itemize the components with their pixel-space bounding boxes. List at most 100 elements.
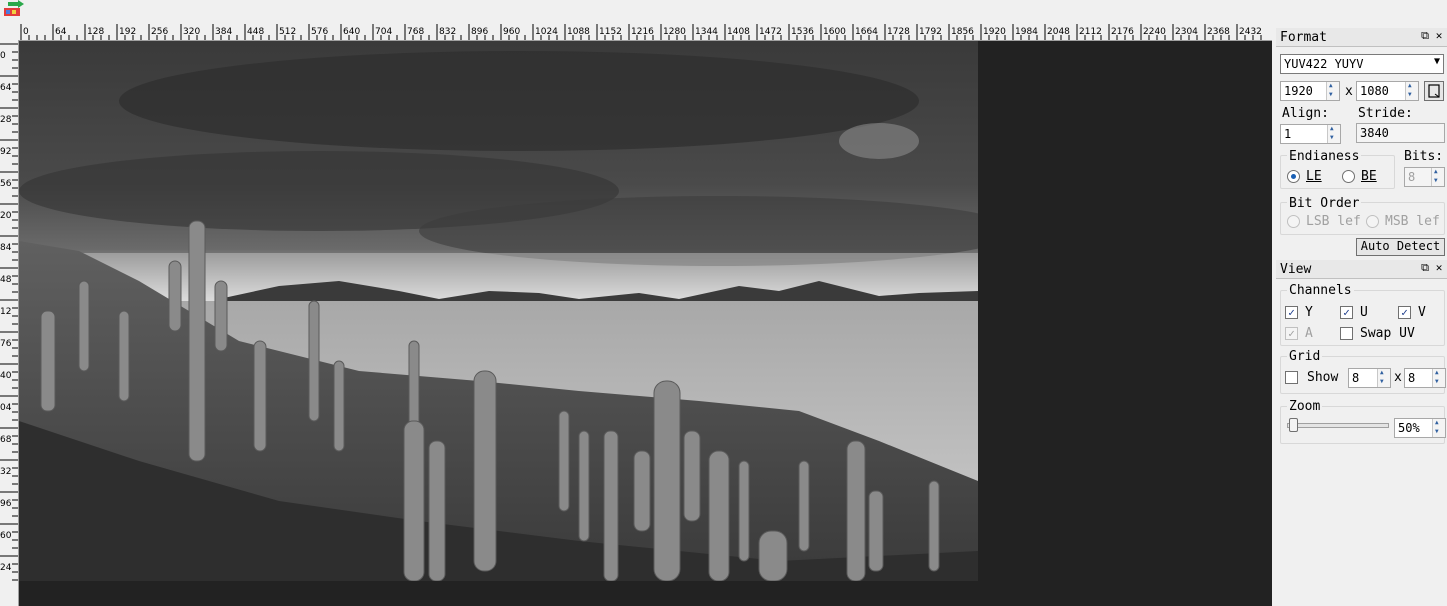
width-value: 1920 — [1284, 84, 1313, 98]
ruler-label: 12 — [0, 307, 11, 317]
ruler-label: 2432 — [1239, 27, 1262, 37]
float-icon[interactable]: ⧉ — [1418, 29, 1432, 43]
ruler-label: 1024 — [535, 27, 558, 37]
bit-order-label: Bit Order — [1287, 196, 1362, 211]
height-input[interactable]: 1080 ▲ ▼ — [1356, 81, 1419, 101]
view-panel-header: View ⧉ ✕ — [1276, 260, 1447, 279]
ruler-label: 384 — [215, 27, 232, 37]
align-input[interactable]: 1 ▲ ▼ — [1280, 124, 1341, 144]
width-input[interactable]: 1920 ▲ ▼ — [1280, 81, 1340, 101]
ruler-label: 32 — [0, 467, 11, 477]
ruler-label: 2240 — [1143, 27, 1166, 37]
auto-detect-label: Auto Detect — [1360, 239, 1441, 253]
v-checkbox[interactable]: ✓ — [1398, 306, 1411, 319]
pixel-format-select[interactable]: YUV422 YUYV ▼ — [1280, 54, 1444, 74]
ruler-label: 320 — [183, 27, 200, 37]
ruler-label: 64 — [55, 27, 67, 37]
lsb-radio[interactable] — [1287, 215, 1300, 228]
zoom-slider-handle[interactable] — [1289, 418, 1298, 432]
ruler-label: 576 — [311, 27, 328, 37]
float-icon[interactable]: ⧉ — [1418, 261, 1432, 275]
grid-x-spinner[interactable]: ▲ ▼ — [1377, 369, 1390, 387]
align-label: Align: — [1282, 106, 1329, 121]
ruler-label: 04 — [0, 403, 12, 413]
close-icon[interactable]: ✕ — [1432, 29, 1446, 43]
ruler-label: 640 — [343, 27, 360, 37]
bits-spinner[interactable]: ▲ ▼ — [1431, 168, 1444, 186]
pixel-format-value: YUV422 YUYV — [1284, 57, 1364, 71]
ruler-label: 704 — [375, 27, 392, 37]
channels-label: Channels — [1287, 283, 1354, 298]
apply-size-button[interactable] — [1424, 81, 1444, 101]
grid-y-spinner[interactable]: ▲ ▼ — [1432, 369, 1445, 387]
format-panel: Format ⧉ ✕ YUV422 YUYV ▼ 1920 ▲ ▼ x 1080 … — [1276, 28, 1447, 260]
ruler-label: 1728 — [887, 27, 910, 37]
format-panel-title: Format — [1280, 30, 1327, 45]
a-checkbox[interactable]: ✓ — [1285, 327, 1298, 340]
zoom-label: Zoom — [1287, 399, 1323, 414]
u-checkbox[interactable]: ✓ — [1340, 306, 1353, 319]
ruler-label: 1088 — [567, 27, 590, 37]
ruler-label: 24 — [0, 563, 12, 573]
swap-uv-label: Swap UV — [1360, 326, 1415, 341]
be-radio[interactable] — [1342, 170, 1355, 183]
view-panel: View ⧉ ✕ Channels ✓ Y ✓ U ✓ V ✓ A Swap U… — [1276, 260, 1447, 460]
bits-value: 8 — [1408, 170, 1416, 184]
zoom-input[interactable]: 50% ▲ ▼ — [1394, 418, 1446, 438]
y-label: Y — [1305, 305, 1313, 320]
msb-radio[interactable] — [1366, 215, 1379, 228]
toolbar — [0, 0, 1447, 22]
ruler-label: 128 — [87, 27, 104, 37]
ruler-label: 2176 — [1111, 27, 1134, 37]
ruler-label: 2368 — [1207, 27, 1230, 37]
grid-show-checkbox[interactable] — [1285, 371, 1298, 384]
align-value: 1 — [1284, 127, 1292, 141]
ruler-label: 96 — [0, 499, 12, 509]
ruler-label: 512 — [279, 27, 296, 37]
stride-label: Stride: — [1358, 106, 1413, 121]
image-viewport[interactable] — [19, 41, 1272, 606]
stride-input[interactable]: 3840 — [1356, 123, 1445, 143]
size-separator: x — [1345, 84, 1353, 99]
ruler-label: 2048 — [1047, 27, 1070, 37]
width-spinner[interactable]: ▲ ▼ — [1326, 82, 1339, 100]
ruler-label: 1152 — [599, 27, 622, 37]
height-spinner[interactable]: ▲ ▼ — [1405, 82, 1418, 100]
le-radio[interactable] — [1287, 170, 1300, 183]
app-icon[interactable] — [2, 0, 26, 18]
align-spinner[interactable]: ▲ ▼ — [1327, 125, 1340, 143]
bits-input[interactable]: 8 ▲ ▼ — [1404, 167, 1445, 187]
auto-detect-button[interactable]: Auto Detect — [1356, 238, 1445, 256]
be-label: BE — [1361, 169, 1377, 184]
ruler-label: 192 — [119, 27, 136, 37]
grid-y-input[interactable]: 8 ▲ ▼ — [1404, 368, 1446, 388]
lsb-label: LSB lef — [1306, 214, 1361, 229]
image-preview — [19, 41, 978, 581]
view-panel-title: View — [1280, 262, 1312, 277]
format-panel-header: Format ⧉ ✕ — [1276, 28, 1447, 47]
ruler-label: 56 — [0, 179, 12, 189]
ruler-label: 768 — [407, 27, 424, 37]
ruler-label: 896 — [471, 27, 488, 37]
ruler-label: 1344 — [695, 27, 718, 37]
ruler-label: 28 — [0, 115, 12, 125]
bits-label: Bits: — [1404, 149, 1444, 164]
close-icon[interactable]: ✕ — [1432, 261, 1446, 275]
ruler-label: 76 — [0, 339, 12, 349]
v-label: V — [1418, 305, 1426, 320]
bit-order-group: Bit Order LSB lef MSB lef — [1280, 196, 1445, 235]
y-checkbox[interactable]: ✓ — [1285, 306, 1298, 319]
horizontal-ruler: 0 64 128 192 256 320 384 448 512 576 640 704 768 832 8… — [0, 24, 1272, 41]
grid-separator: x — [1394, 370, 1402, 385]
ruler-label: 40 — [0, 371, 12, 381]
ruler-label: 448 — [247, 27, 264, 37]
zoom-spinner[interactable]: ▲ ▼ — [1432, 419, 1445, 437]
zoom-slider-track[interactable] — [1287, 423, 1389, 428]
swap-uv-checkbox[interactable] — [1340, 327, 1353, 340]
ruler-label: 1664 — [855, 27, 878, 37]
ruler-label: 92 — [0, 147, 11, 157]
ruler-label: 1984 — [1015, 27, 1038, 37]
u-label: U — [1360, 305, 1368, 320]
grid-x-input[interactable]: 8 ▲ ▼ — [1348, 368, 1391, 388]
endianess-group: Endianess LE BE — [1280, 149, 1395, 189]
